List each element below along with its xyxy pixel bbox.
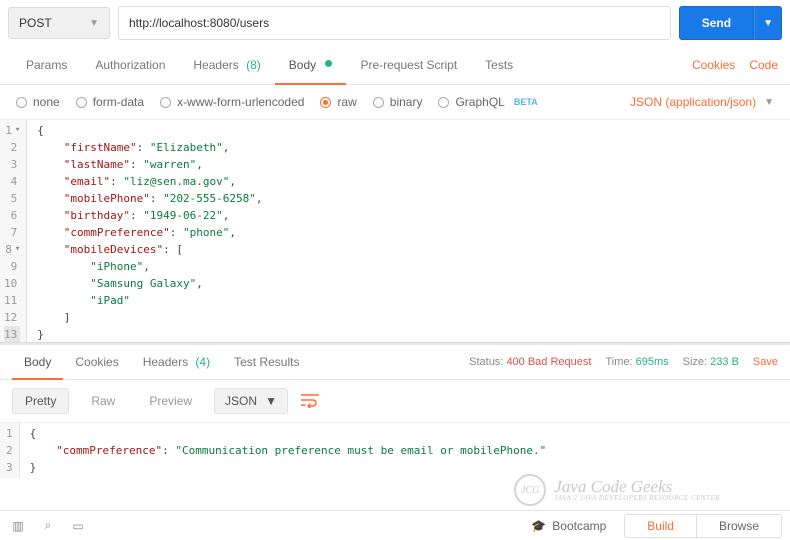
radio-xwww[interactable]: x-www-form-urlencoded [160, 95, 304, 109]
body-type-row: none form-data x-www-form-urlencoded raw… [0, 85, 790, 120]
tab-headers[interactable]: Headers (8) [179, 46, 274, 84]
res-tab-cookies[interactable]: Cookies [63, 345, 130, 379]
code-area[interactable]: { "firstName": "Elizabeth", "lastName": … [27, 120, 272, 342]
line-gutter: 123 [0, 423, 20, 478]
radio-binary[interactable]: binary [373, 95, 423, 109]
radio-none[interactable]: none [16, 95, 60, 109]
find-icon[interactable]: ⌕ [38, 518, 58, 533]
view-pretty[interactable]: Pretty [12, 388, 69, 414]
view-preview[interactable]: Preview [137, 389, 204, 413]
response-toolbar: Pretty Raw Preview JSON ▼ [0, 380, 790, 422]
response-meta: Status: 400 Bad Request Time: 695ms Size… [469, 356, 778, 368]
line-gutter: 1▾2345678▾910111213 [0, 120, 27, 342]
time-value: 695ms [636, 356, 669, 368]
watermark-logo: JCG [514, 474, 546, 506]
response-body-editor: 123 { "commPreference": "Communication p… [0, 422, 790, 478]
link-code[interactable]: Code [749, 58, 778, 72]
bottom-bar: ▥ ⌕ ▭ 🎓 Bootcamp Build Browse [0, 510, 790, 540]
size-value: 233 B [710, 356, 739, 368]
mode-build[interactable]: Build [625, 515, 697, 537]
radio-graphql[interactable]: GraphQLBETA [438, 95, 537, 109]
radio-formdata[interactable]: form-data [76, 95, 144, 109]
code-area: { "commPreference": "Communication prefe… [20, 423, 557, 478]
url-input[interactable] [118, 6, 671, 40]
chevron-down-icon: ▼ [764, 97, 774, 108]
headers-count: (8) [246, 58, 261, 72]
console-icon[interactable]: ▭ [68, 519, 88, 533]
body-format-select[interactable]: JSON (application/json) ▼ [630, 95, 774, 109]
res-headers-count: (4) [195, 355, 210, 369]
sidebar-toggle-icon[interactable]: ▥ [8, 519, 28, 533]
response-tabs: Body Cookies Headers (4) Test Results St… [0, 345, 790, 380]
res-tab-testresults[interactable]: Test Results [222, 345, 311, 379]
chevron-down-icon: ▼ [265, 394, 277, 408]
view-raw[interactable]: Raw [79, 389, 127, 413]
request-bar: POST ▼ Send ▼ [0, 0, 790, 46]
send-button-caret[interactable]: ▼ [754, 6, 782, 40]
res-tab-headers[interactable]: Headers (4) [131, 345, 222, 379]
request-tabs: Params Authorization Headers (8) Body Pr… [0, 46, 790, 85]
watermark: JCG Java Code Geeks Java 2 Java Develope… [514, 474, 720, 506]
method-select[interactable]: POST ▼ [8, 7, 110, 39]
save-response-link[interactable]: Save [753, 356, 778, 368]
tab-body[interactable]: Body [275, 46, 347, 84]
link-cookies[interactable]: Cookies [692, 58, 735, 72]
send-button-label: Send [679, 6, 754, 40]
chevron-down-icon: ▼ [89, 18, 99, 29]
tab-tests[interactable]: Tests [471, 46, 527, 84]
tab-prerequest[interactable]: Pre-request Script [346, 46, 471, 84]
tab-params[interactable]: Params [12, 46, 81, 84]
request-body-editor[interactable]: 1▾2345678▾910111213 { "firstName": "Eliz… [0, 120, 790, 342]
status-value: 400 Bad Request [506, 356, 591, 368]
method-value: POST [19, 16, 52, 30]
response-format-select[interactable]: JSON ▼ [214, 388, 288, 414]
bootcamp-link[interactable]: 🎓 Bootcamp [531, 519, 606, 533]
radio-raw[interactable]: raw [320, 95, 356, 109]
res-tab-body[interactable]: Body [12, 345, 63, 379]
mode-switch: Build Browse [624, 514, 782, 538]
send-button[interactable]: Send ▼ [679, 6, 782, 40]
graduation-cap-icon: 🎓 [531, 519, 546, 533]
wrap-lines-icon[interactable] [298, 389, 322, 413]
beta-badge: BETA [514, 97, 538, 107]
modified-dot-icon [325, 60, 332, 67]
tab-authorization[interactable]: Authorization [81, 46, 179, 84]
mode-browse[interactable]: Browse [697, 515, 781, 537]
